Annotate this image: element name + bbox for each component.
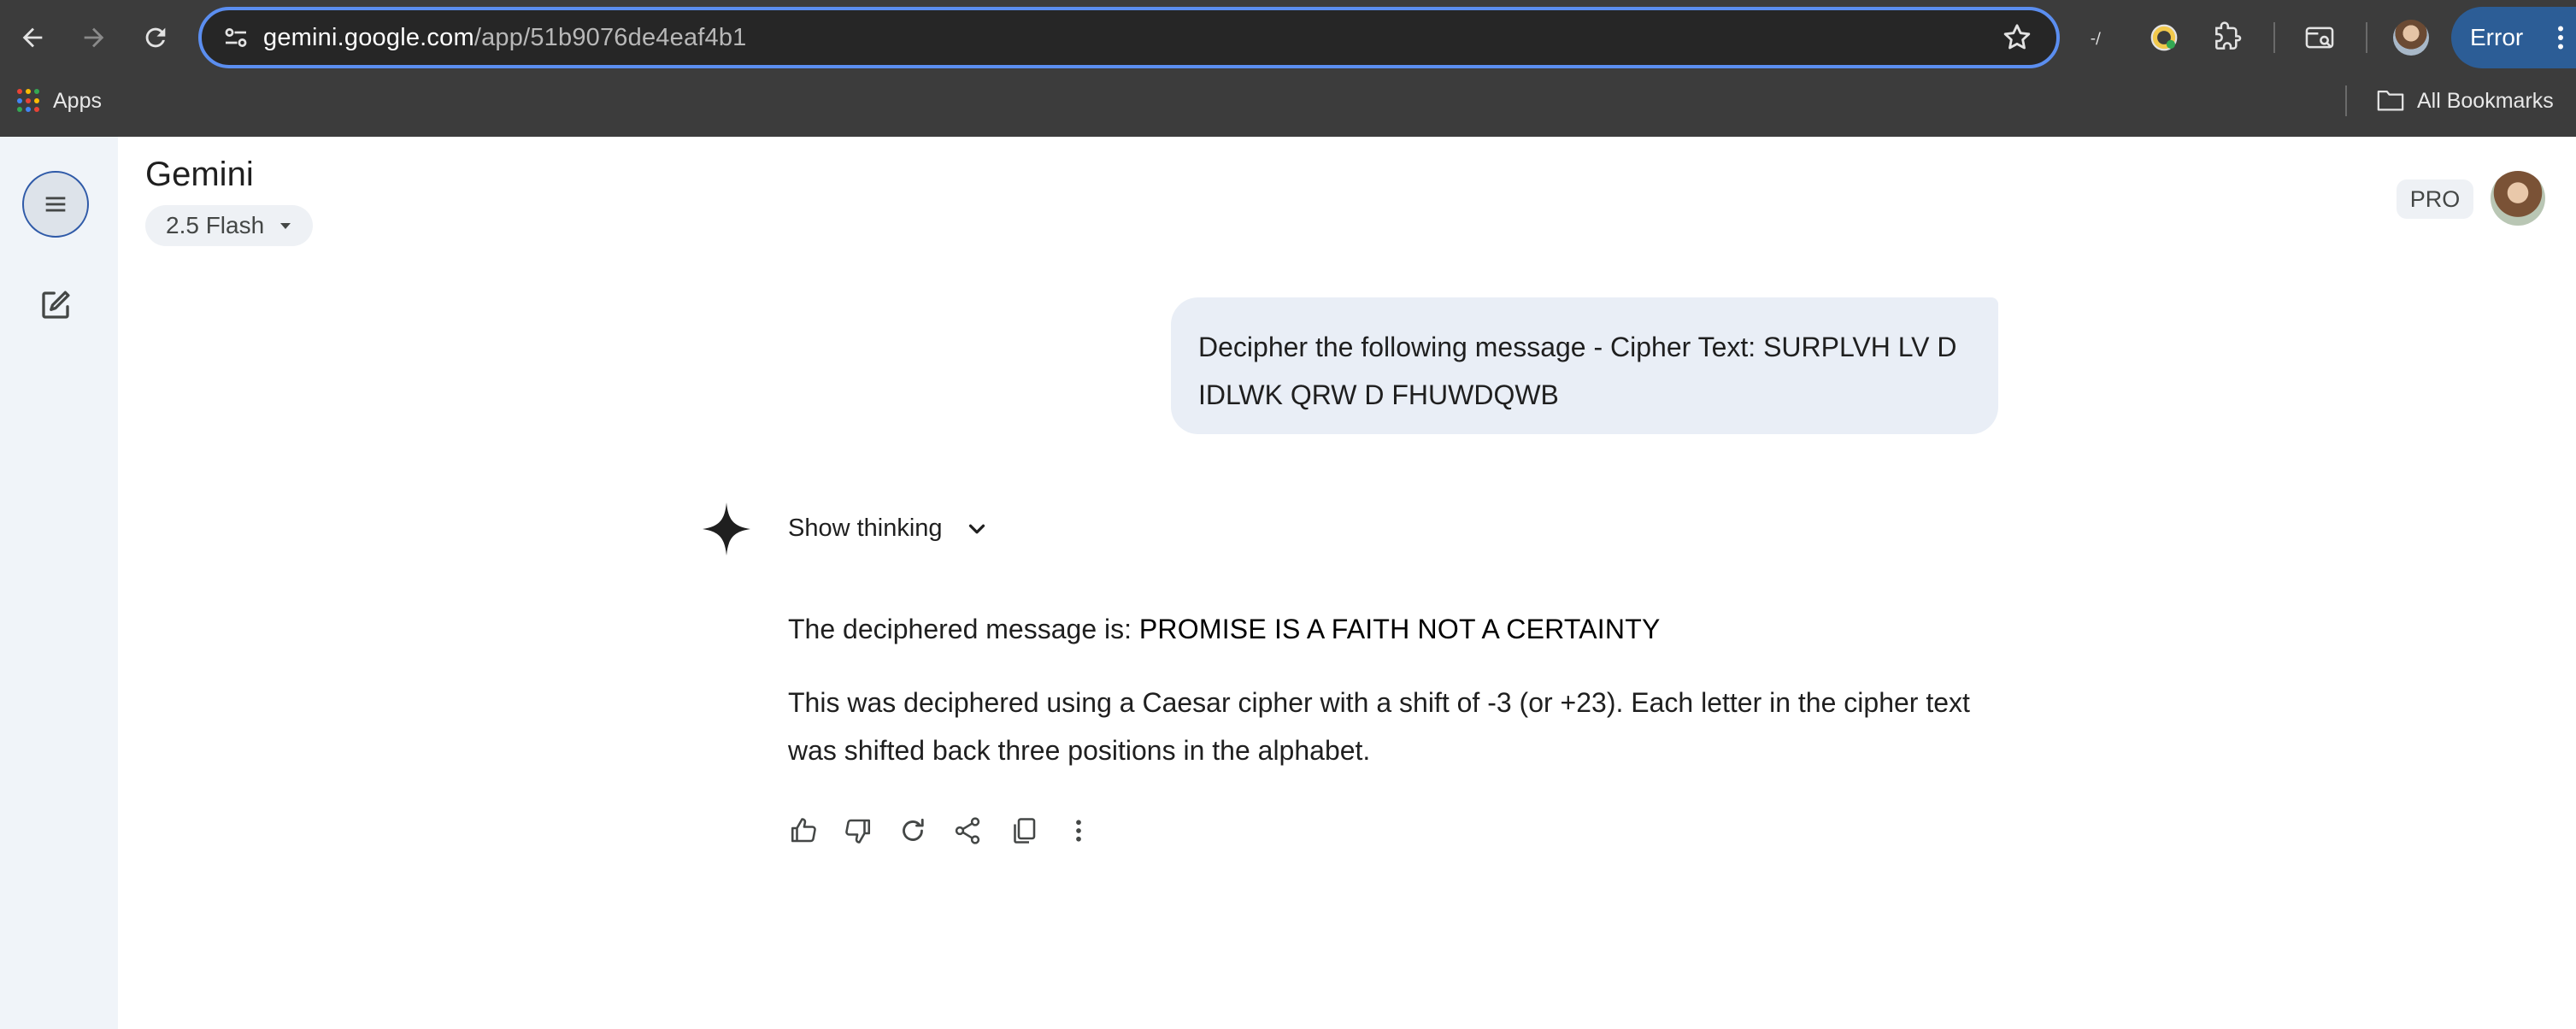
bookmarks-divider [2345,85,2347,116]
share-icon [955,817,980,844]
response-answer: PROMISE IS A FAITH NOT A CERTAINTY [1138,614,1661,644]
share-button[interactable] [949,812,986,850]
copy-button[interactable] [1005,812,1043,850]
main-menu-button[interactable] [22,171,89,238]
more-vert-icon [1076,820,1081,842]
hamburger-menu-icon [45,197,66,212]
good-response-button[interactable] [785,812,822,850]
new-chat-icon[interactable] [38,287,74,323]
pro-badge[interactable]: PRO [2397,179,2473,219]
folder-icon [2377,90,2404,111]
address-bar[interactable]: gemini.google.com/app/51b9076de4eaf4b1 [198,7,2060,68]
thumbs-up-icon [791,818,816,843]
profile-error-label: Error [2470,24,2524,50]
profile-avatar[interactable] [2393,20,2429,56]
bookmarks-bar [0,75,2576,137]
url-path: /app/51b9076de4eaf4b1 [473,24,747,51]
response-intro: The deciphered message is: [788,614,1139,644]
forward-icon [84,27,104,48]
reload-icon [145,27,166,48]
extension-icon-2[interactable] [2145,19,2183,56]
show-thinking-toggle[interactable]: Show thinking [788,511,943,545]
url-host: gemini.google.com [263,24,474,51]
caret-down-icon [280,223,291,229]
user-message-bubble: Decipher the following message - Cipher … [1171,297,1998,434]
kebab-menu-icon[interactable] [2550,22,2571,53]
regenerate-icon [903,818,924,841]
extensions-puzzle-icon[interactable] [2208,19,2246,56]
app-title: Gemini [145,156,254,193]
forward-button[interactable] [74,17,115,58]
svg-text:-/: -/ [2091,30,2101,47]
browser-toolbar: gemini.google.com/app/51b9076de4eaf4b1 -… [0,0,2576,75]
chevron-down-icon[interactable] [964,516,990,542]
response-answer-line: The deciphered message is: PROMISE IS A … [788,609,1661,650]
back-icon [22,27,43,48]
all-bookmarks-button[interactable]: All Bookmarks [2417,85,2554,116]
regenerate-button[interactable] [894,812,932,850]
toolbar-divider [2273,22,2275,53]
bookmark-star-icon[interactable] [2000,21,2034,55]
reload-button[interactable] [135,17,176,58]
extension-icon-1[interactable]: -/ [2084,19,2121,56]
response-explanation: This was deciphered using a Caesar ciphe… [788,687,1970,766]
bad-response-button[interactable] [839,812,877,850]
apps-grid-icon[interactable] [17,89,41,113]
apps-bookmark[interactable]: Apps [53,85,102,116]
account-avatar[interactable] [2491,171,2545,226]
copy-icon [1014,818,1036,844]
more-options-button[interactable] [1060,812,1097,850]
sidebar [0,137,118,1029]
toolbar-divider [2366,22,2367,53]
back-button[interactable] [12,17,53,58]
tab-search-icon[interactable] [2301,19,2338,56]
model-selector-label: 2.5 Flash [166,212,265,238]
profile-error-button[interactable]: Error [2451,7,2576,68]
thumbs-down-icon [845,819,871,844]
gemini-spark-icon [703,503,750,556]
url-text[interactable]: gemini.google.com/app/51b9076de4eaf4b1 [263,21,747,55]
site-info-icon[interactable] [221,22,251,53]
model-selector[interactable]: 2.5 Flash [145,205,313,246]
